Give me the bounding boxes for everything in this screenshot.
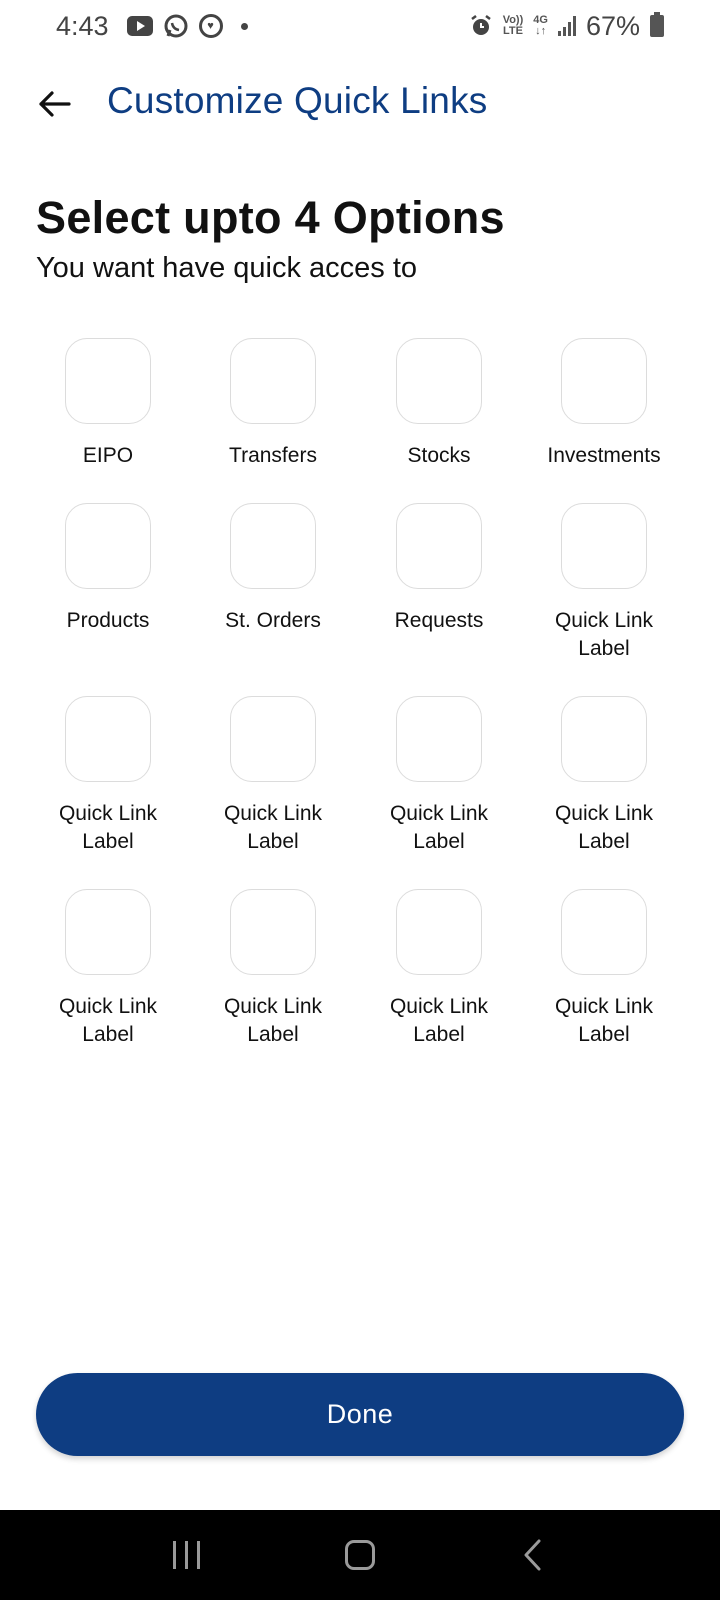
quick-link-label: Quick Link Label [554,609,654,660]
quick-links-grid: EIPO Transfers Stocks Investments Produc… [0,0,720,1600]
quick-link-icon-box [561,889,647,975]
quick-link-label: Investments [547,444,661,467]
screen: 4:43 ♥ Vo)) LTE 4G ↓↑ 67% Customize Quic… [0,0,720,1600]
quick-link-label: Quick Link Label [554,995,654,1046]
system-nav-bar [0,1510,720,1600]
back-icon [524,1539,541,1571]
quick-link-label: Transfers [229,444,317,467]
quick-link-icon-box [230,696,316,782]
quick-link-icon-box [65,696,151,782]
quick-link-label: Quick Link Label [223,802,323,853]
quick-link-label: Quick Link Label [389,995,489,1046]
quick-link-icon-box [396,338,482,424]
quick-link-icon-box [561,696,647,782]
quick-link-tile[interactable]: Quick Link Label [356,696,522,856]
quick-link-icon-box [561,503,647,589]
quick-link-label: St. Orders [225,609,321,632]
quick-link-icon-box [65,889,151,975]
quick-link-tile[interactable]: EIPO [25,338,191,470]
home-button[interactable] [330,1525,390,1585]
quick-link-tile[interactable]: Quick Link Label [521,503,687,663]
quick-link-tile[interactable]: Requests [356,503,522,635]
quick-link-tile[interactable]: Quick Link Label [190,889,356,1049]
quick-link-tile[interactable]: St. Orders [190,503,356,635]
quick-link-tile[interactable]: Quick Link Label [356,889,522,1049]
quick-link-label: Quick Link Label [58,802,158,853]
quick-link-icon-box [65,503,151,589]
home-icon [344,1540,375,1570]
quick-link-label: EIPO [82,444,134,467]
quick-link-icon-box [561,338,647,424]
quick-link-tile[interactable]: Investments [521,338,687,470]
quick-link-tile[interactable]: Transfers [190,338,356,470]
quick-link-icon-box [230,503,316,589]
quick-link-label: Requests [394,609,484,632]
quick-link-tile[interactable]: Quick Link Label [25,696,191,856]
quick-link-label: Quick Link Label [554,802,654,853]
quick-link-tile[interactable]: Quick Link Label [25,889,191,1049]
quick-link-icon-box [396,503,482,589]
quick-link-label: Quick Link Label [389,802,489,853]
quick-link-tile[interactable]: Products [25,503,191,635]
quick-link-icon-box [65,338,151,424]
quick-link-tile[interactable]: Quick Link Label [190,696,356,856]
quick-link-label: Quick Link Label [223,995,323,1046]
quick-link-label: Products [66,609,150,632]
quick-link-icon-box [230,889,316,975]
recent-apps-icon [173,1541,201,1569]
quick-link-icon-box [396,696,482,782]
done-button[interactable]: Done [36,1373,684,1456]
quick-link-tile[interactable]: Quick Link Label [521,889,687,1049]
quick-link-label: Quick Link Label [58,995,158,1046]
quick-link-icon-box [230,338,316,424]
quick-link-tile[interactable]: Quick Link Label [521,696,687,856]
quick-link-icon-box [396,889,482,975]
quick-link-label: Stocks [407,444,471,467]
recent-apps-button[interactable] [157,1525,217,1585]
quick-link-tile[interactable]: Stocks [356,338,522,470]
system-back-button[interactable] [503,1525,563,1585]
